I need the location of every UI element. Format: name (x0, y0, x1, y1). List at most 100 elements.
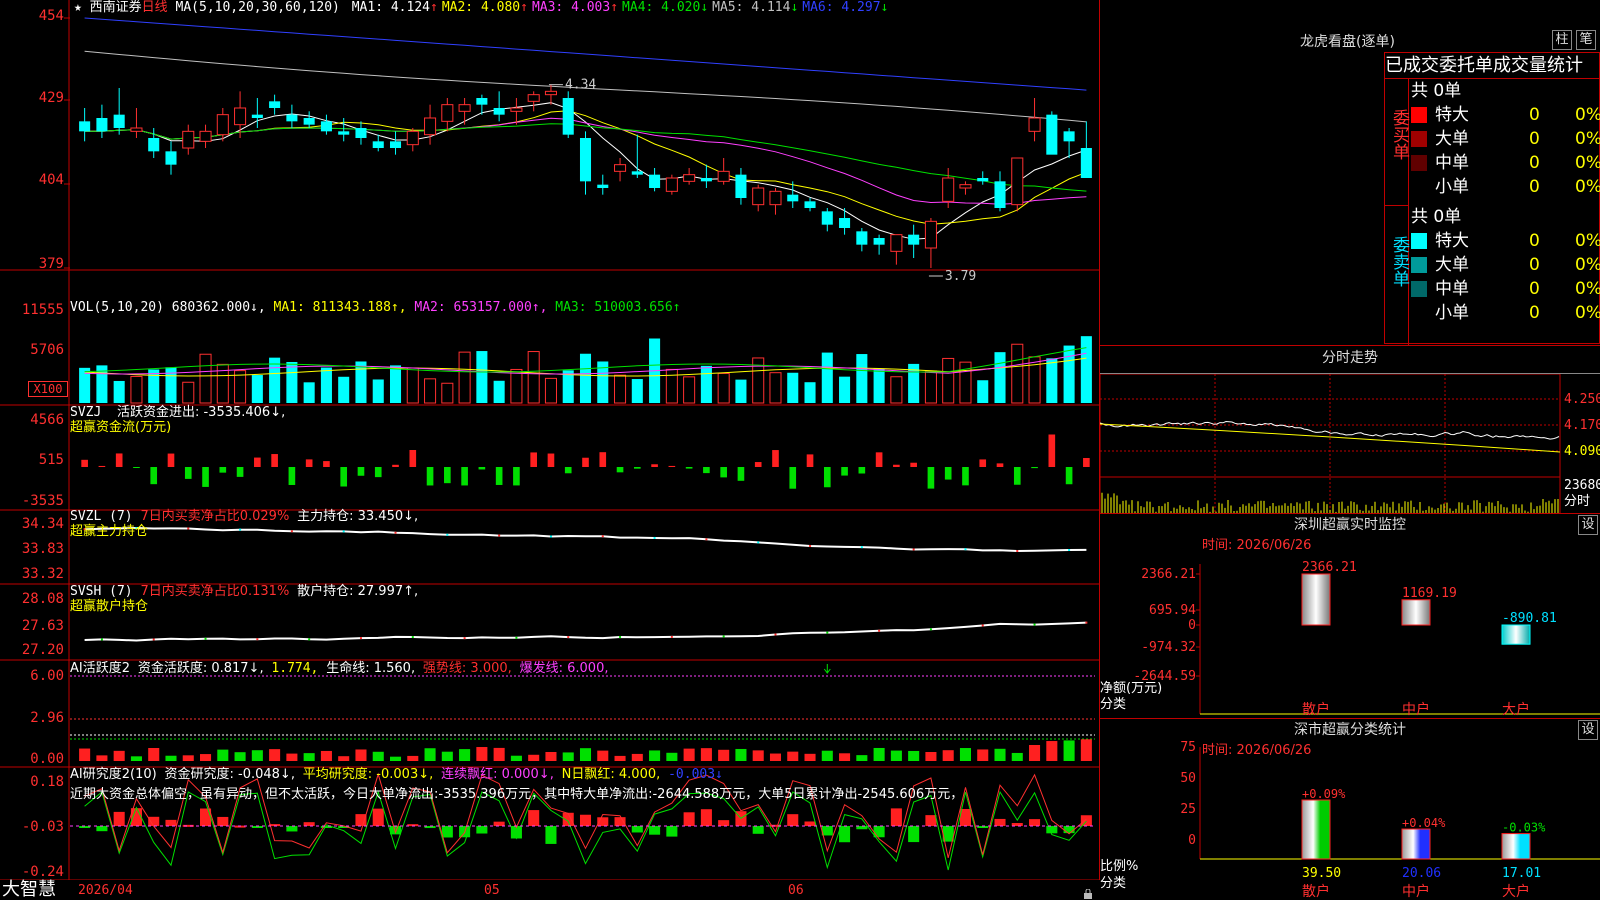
ma-value-1: MA1: 4.124 (351, 0, 430, 15)
candle-body (286, 114, 298, 122)
intraday-panel[interactable]: 分时走势 4.250 4.170 4.090 23680 分时 (1100, 345, 1600, 514)
buy-count-1: 0 (1529, 105, 1540, 125)
ai-research-summary: 近期大资金总体偏空，虽有异动，但不太活跃，今日大单净流出:-3535.396万元… (70, 787, 964, 802)
active-bar (787, 751, 799, 761)
retail-holding-dot (515, 636, 518, 639)
candle (994, 171, 1006, 212)
buy-total: 共 0单 (1411, 81, 1462, 101)
candle (269, 94, 281, 115)
candle-body (320, 121, 332, 132)
ai-research-t4: N日飘红: 4.000, (561, 767, 661, 782)
volume-bar (873, 368, 885, 403)
candle-body (234, 107, 247, 126)
active-bar (752, 750, 764, 761)
active-bar (1080, 739, 1092, 761)
buy-count-3: 0 (1529, 153, 1540, 173)
intraday-tick-1: 4.250 (1564, 392, 1600, 407)
vol-tick-2: 5706 (30, 342, 64, 358)
candle-body (890, 234, 903, 252)
active-bar (493, 747, 505, 761)
svsh-legend: SVSH (7) 7日内买卖净占比0.131% 散户持仓: 27.997↑, (70, 584, 418, 599)
sz-monitor-bar-1 (1301, 573, 1331, 626)
sell-count-4: 0 (1529, 303, 1540, 323)
retail-holding-dot (1033, 623, 1036, 626)
sz-monitor-tick: 2366.21 (1141, 567, 1196, 582)
buy-count-4: 0 (1529, 177, 1540, 197)
fund-flow-bar (357, 467, 365, 476)
volume-bar (424, 378, 437, 404)
fund-flow-bar (115, 453, 123, 467)
svzl-legend: SVZL (7) 7日内买卖净占比0.029% 主力持仓: 33.450↓, (70, 509, 418, 524)
research-bar (752, 826, 764, 834)
candle (544, 84, 557, 105)
tick-view-button[interactable]: 笔 (1576, 30, 1596, 50)
active-bar (251, 750, 263, 761)
sell-row-3: 中单 0 0% (1411, 277, 1600, 301)
ma-value-5: MA5: 4.114 (712, 0, 791, 15)
candle-body (924, 220, 937, 249)
lhb-panel: 已成交委托单成交量统计 委买单 委卖单 共 0单 特大 0 0% 大单 0 0% 中单 0 0%… (1384, 52, 1600, 345)
volume-bar (303, 382, 315, 403)
fund-flow-bar (754, 462, 762, 467)
main-holding-dot (239, 528, 242, 531)
ma-arrow-2: ↑ (520, 0, 528, 15)
main-holding-dot (860, 546, 863, 549)
fund-flow-bar (236, 467, 244, 477)
fund-flow-bar (81, 459, 88, 467)
sz-class-tick: 0 (1188, 833, 1196, 848)
candle-body (787, 194, 799, 202)
candle-body (856, 231, 868, 245)
favorite-star-icon[interactable]: ★ (74, 0, 82, 15)
fund-flow-bar (392, 464, 399, 467)
ai-active-text1: 资金活跃度: 0.817↓, (137, 661, 264, 676)
active-bar (890, 750, 902, 761)
volume-bar (199, 353, 212, 404)
ai-research-t1: 资金研究度: -0.048↓, (164, 767, 295, 782)
active-bar (1063, 740, 1075, 761)
main-chart-area[interactable]: 4.34 3.79 (0, 0, 1100, 880)
research-bar (631, 826, 643, 833)
candle (856, 228, 868, 252)
ma-value-6: MA6: 4.297 (802, 0, 881, 15)
candle-body (839, 218, 851, 228)
fund-flow-bar (858, 467, 866, 474)
sz-class-bar-1 (1301, 799, 1331, 860)
active-bar (286, 753, 298, 761)
candle (148, 128, 160, 158)
candle-body (683, 174, 696, 182)
svsh-tick-2: 27.63 (21, 618, 64, 634)
volume-bar (665, 368, 678, 404)
volume-bar (441, 382, 454, 404)
fund-flow-bar (184, 467, 192, 479)
column-view-button[interactable]: 柱 (1552, 30, 1572, 50)
fund-flow-bar (288, 467, 296, 485)
research-bar (873, 826, 885, 838)
candle-body (769, 190, 782, 206)
svsh-tick-3: 27.20 (21, 642, 64, 658)
candle (562, 91, 574, 138)
volume-bar (839, 376, 851, 403)
lock-icon[interactable] (1083, 884, 1093, 899)
intraday-tick-3: 4.090 (1564, 444, 1600, 459)
candle (1046, 111, 1058, 155)
date-label-1: 2026/04 (78, 883, 133, 898)
fund-flow-bar (1031, 467, 1038, 469)
candle (355, 121, 367, 145)
sz-class-bar-3 (1501, 833, 1531, 860)
candle (769, 188, 782, 215)
ai-active-legend: AI活跃度2 资金活跃度: 0.817↓, 1.774, 生命线: 1.560,… (70, 661, 609, 676)
candle (717, 158, 730, 185)
sz-monitor-tick: 0 (1188, 618, 1196, 633)
ma-value-3: MA3: 4.003 (531, 0, 611, 15)
sell-swatch-3 (1411, 281, 1427, 297)
sz-class-change-3: -0.03% (1502, 821, 1546, 835)
active-bar (355, 749, 367, 761)
fund-flow-bar (254, 457, 261, 467)
stock-name[interactable]: 西南证券 (90, 0, 142, 15)
retail-holding-dot (152, 638, 155, 641)
active-bar (130, 756, 142, 761)
sz-class-change-2: +0.04% (1402, 816, 1446, 830)
period-label[interactable]: 日线 (142, 0, 168, 15)
vol-title: VOL(5,10,20) (70, 300, 164, 315)
candle-body (113, 114, 125, 128)
